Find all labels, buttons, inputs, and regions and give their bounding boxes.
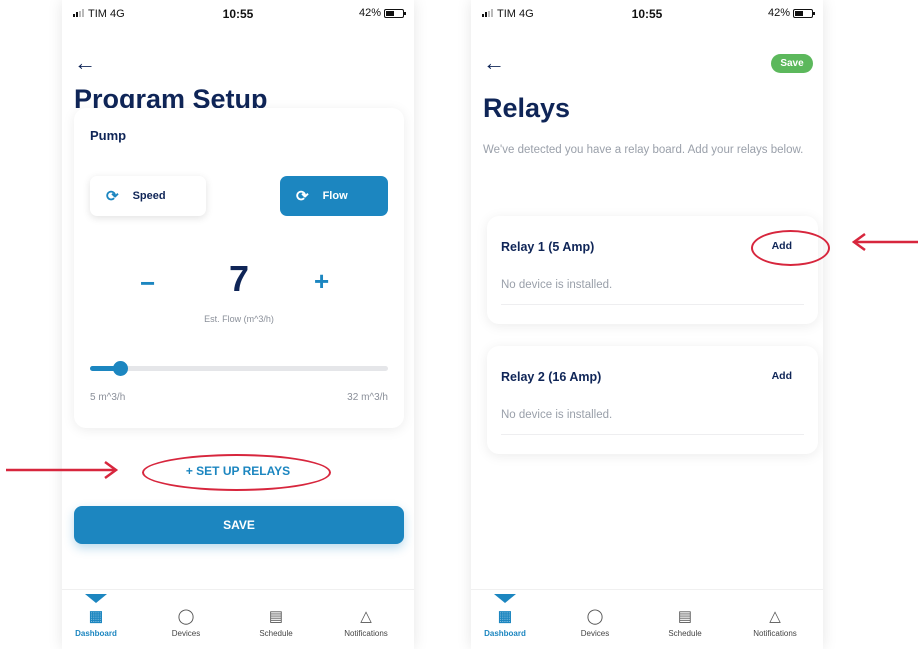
tab-dashboard[interactable]: ▦ Dashboard: [471, 608, 540, 638]
relay-title: Relay 1 (5 Amp): [501, 240, 595, 254]
divider: [501, 304, 804, 305]
annotation-arrow-left-icon: [852, 232, 918, 252]
relay-status: No device is installed.: [501, 409, 613, 421]
bell-icon: △: [769, 608, 781, 625]
save-button[interactable]: SAVE: [74, 506, 404, 544]
add-relay-button[interactable]: Add: [772, 370, 792, 382]
tab-devices[interactable]: ◯ Devices: [151, 608, 221, 638]
tab-label: Dashboard: [75, 629, 117, 638]
active-tab-indicator: [494, 594, 516, 603]
back-arrow-icon[interactable]: ←: [74, 52, 96, 74]
calendar-icon: ▤: [268, 608, 284, 625]
tab-schedule[interactable]: ▤ Schedule: [650, 608, 720, 638]
droplet-icon: ◯: [586, 608, 604, 625]
annotation-ellipse: [142, 454, 331, 491]
dashboard-grid-icon: ▦: [88, 608, 104, 625]
tab-label: Devices: [580, 629, 610, 638]
dashboard-grid-icon: ▦: [497, 608, 513, 625]
bottom-tab-bar: ▦ Dashboard ◯ Devices ▤ Schedule △ Notif…: [62, 589, 414, 649]
slider-max-label: 32 m^3/h: [347, 392, 388, 403]
flow-value: 7: [228, 258, 250, 299]
flow-label: Flow: [322, 190, 348, 202]
tab-label: Notifications: [344, 629, 388, 638]
relays-screen: TIM 4G 10:55 42% ← Save Relays We've det…: [471, 0, 823, 649]
annotation-ellipse: [751, 230, 830, 266]
save-pill-button[interactable]: Save: [771, 54, 813, 73]
bell-icon: △: [360, 608, 372, 625]
battery-status: 42%: [767, 7, 815, 19]
tab-devices[interactable]: ◯ Devices: [560, 608, 630, 638]
speed-label: Speed: [132, 190, 166, 202]
back-arrow-icon[interactable]: ←: [483, 52, 505, 74]
droplet-icon: ◯: [177, 608, 195, 625]
tab-label: Dashboard: [484, 629, 526, 638]
status-bar: TIM 4G 10:55 42%: [471, 0, 823, 30]
tab-label: Schedule: [259, 629, 293, 638]
battery-status: 42%: [358, 7, 406, 19]
status-bar: TIM 4G 10:55 42%: [62, 0, 414, 30]
pump-card: Pump ⟳ Speed ⟳ Flow − 7 + Est. Flow (m^3…: [74, 108, 404, 428]
tab-schedule[interactable]: ▤ Schedule: [241, 608, 311, 638]
flow-slider[interactable]: [90, 361, 388, 376]
active-tab-indicator: [85, 594, 107, 603]
slider-min-label: 5 m^3/h: [90, 392, 126, 403]
page-title: Relays: [483, 93, 571, 123]
battery-percent: 42%: [358, 7, 381, 19]
flow-mode-button[interactable]: ⟳ Flow: [280, 176, 388, 216]
annotation-arrow-right-icon: [6, 460, 119, 480]
battery-icon: [793, 8, 815, 18]
speed-mode-button[interactable]: ⟳ Speed: [90, 176, 206, 216]
tab-label: Schedule: [668, 629, 702, 638]
flow-caption: Est. Flow (m^3/h): [204, 314, 274, 324]
tab-notifications[interactable]: △ Notifications: [331, 608, 401, 638]
pump-label: Pump: [90, 128, 127, 143]
bottom-tab-bar: ▦ Dashboard ◯ Devices ▤ Schedule △ Notif…: [471, 589, 823, 649]
tab-notifications[interactable]: △ Notifications: [740, 608, 810, 638]
tab-label: Notifications: [753, 629, 797, 638]
relay-title: Relay 2 (16 Amp): [501, 370, 602, 384]
slider-thumb[interactable]: [112, 361, 128, 376]
tab-label: Devices: [171, 629, 201, 638]
relays-description: We've detected you have a relay board. A…: [483, 144, 804, 156]
program-setup-screen: TIM 4G 10:55 42% ← Program Setup Pump ⟳ …: [62, 0, 414, 649]
flow-icon: ⟳: [296, 188, 309, 205]
tab-dashboard[interactable]: ▦ Dashboard: [62, 608, 131, 638]
increment-button[interactable]: +: [314, 266, 329, 297]
relay-status: No device is installed.: [501, 279, 613, 291]
battery-icon: [384, 8, 406, 18]
refresh-icon: ⟳: [106, 188, 119, 205]
divider: [501, 434, 804, 435]
calendar-icon: ▤: [677, 608, 693, 625]
relay-card: Relay 2 (16 Amp) Add No device is instal…: [487, 346, 818, 454]
battery-percent: 42%: [767, 7, 790, 19]
